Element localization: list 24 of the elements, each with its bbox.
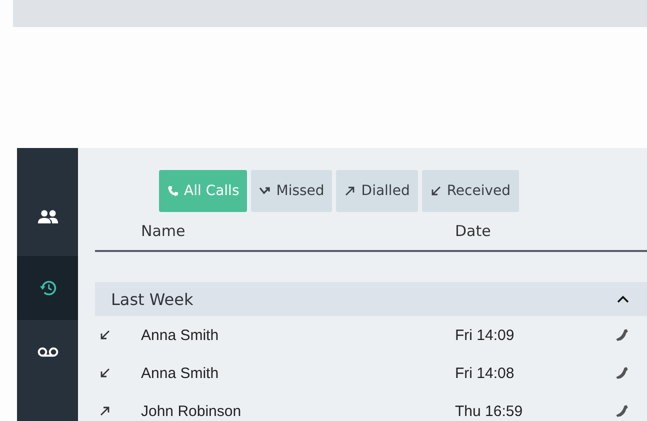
- arrow-icon: [99, 367, 111, 379]
- arrow-icon: [99, 405, 111, 417]
- group-header[interactable]: Last Week: [95, 282, 647, 316]
- column-header: Date: [455, 222, 491, 240]
- phone-icon[interactable]: [615, 328, 629, 342]
- arrow-icon: [430, 185, 442, 197]
- contact-name: Anna Smith: [141, 364, 220, 382]
- arrow-icon: [344, 185, 356, 197]
- contact-name: Anna Smith: [141, 326, 220, 344]
- phone-icon[interactable]: [615, 404, 629, 418]
- filter-tab[interactable]: Dialled: [336, 170, 418, 212]
- filter-tab[interactable]: Received: [422, 170, 519, 212]
- contact-name: John Robinson: [141, 402, 242, 420]
- call-date: Thu 16:59: [455, 402, 524, 420]
- column-header: Name: [141, 222, 186, 240]
- people-icon: [36, 208, 58, 226]
- call-date: Fri 14:08: [455, 364, 516, 382]
- call-date: Fri 14:09: [455, 326, 516, 344]
- phone-icon[interactable]: [615, 366, 629, 380]
- arrow-icon: [99, 329, 111, 341]
- arrow-icon: [259, 185, 272, 197]
- phone-icon: [167, 185, 179, 197]
- filter-tab[interactable]: Missed: [251, 170, 332, 212]
- group-title: Last Week: [111, 290, 194, 308]
